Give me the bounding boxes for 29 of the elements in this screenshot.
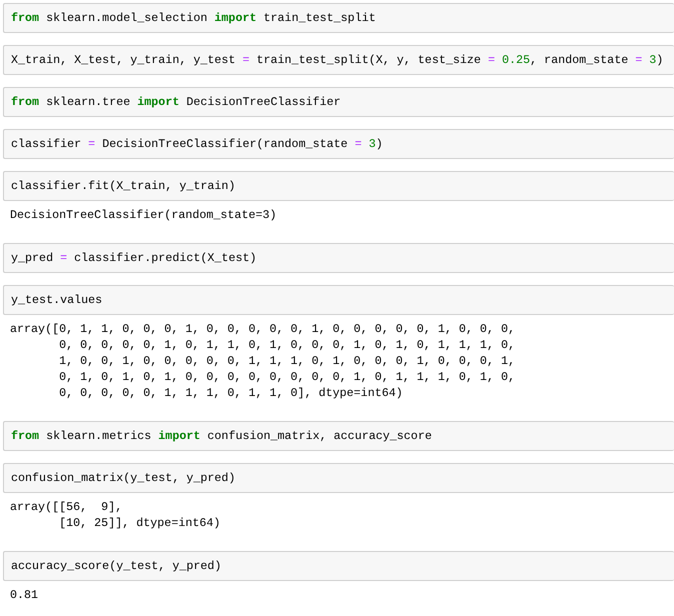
code-line: from sklearn.tree import DecisionTreeClassifier xyxy=(11,94,341,110)
code-line: y_pred = classifier.predict(X_test) xyxy=(11,250,256,266)
output-line: 1, 0, 0, 1, 0, 0, 0, 0, 0, 1, 1, 1, 0, 1, 0, 0, 0, 1, 0, 0, 0, 1, xyxy=(58,353,515,369)
code-line: y_test.values xyxy=(11,292,102,308)
output-line: [10, 25]], dtype=int64) xyxy=(58,515,220,531)
code-cell[interactable]: y_test.values xyxy=(3,285,674,315)
code-cell[interactable]: from sklearn.tree import DecisionTreeClassifier xyxy=(3,87,674,117)
output-line: 0, 0, 0, 0, 0, 1, 1, 1, 0, 1, 1, 0], dtype=int64) xyxy=(58,385,403,401)
output-line: array([[56, 9], xyxy=(10,499,122,515)
output-line: 0.81 xyxy=(10,587,38,603)
code-line: from sklearn.metrics import confusion_matrix, accuracy_score xyxy=(11,428,432,444)
code-cell[interactable]: confusion_matrix(y_test, y_pred) xyxy=(3,463,674,493)
output-line: 0, 1, 0, 1, 0, 1, 0, 0, 0, 0, 0, 0, 0, 0, 1, 0, 1, 1, 1, 0, 1, 0, xyxy=(58,369,515,385)
code-line: classifier.fit(X_train, y_train) xyxy=(11,178,236,194)
code-cell[interactable]: accuracy_score(y_test, y_pred) xyxy=(3,551,674,581)
output-line: array([0, 1, 1, 0, 0, 0, 1, 0, 0, 0, 0, 0, 1, 0, 0, 0, 0, 0, 1, 0, 0, 0, xyxy=(10,321,515,337)
code-cell[interactable]: classifier = DecisionTreeClassifier(random_state = 3) xyxy=(3,129,674,159)
code-line: from sklearn.model_selection import train_test_split xyxy=(11,10,376,26)
code-line: accuracy_score(y_test, y_pred) xyxy=(11,558,222,574)
code-line: classifier = DecisionTreeClassifier(random_state = 3) xyxy=(11,136,383,152)
code-cell[interactable]: X_train, X_test, y_train, y_test = train_test_split(X, y, test_size = 0.25, random_state = 3) xyxy=(3,45,674,75)
code-cell[interactable]: y_pred = classifier.predict(X_test) xyxy=(3,243,674,273)
code-cell[interactable]: from sklearn.model_selection import train_test_split xyxy=(3,3,674,33)
code-line: X_train, X_test, y_train, y_test = train_test_split(X, y, test_size = 0.25, random_state = 3) xyxy=(11,52,664,68)
code-line: confusion_matrix(y_test, y_pred) xyxy=(11,470,236,486)
output-line: 0, 0, 0, 0, 0, 1, 0, 1, 1, 0, 1, 0, 0, 0, 1, 0, 1, 0, 1, 1, 1, 0, xyxy=(58,337,515,353)
code-cell[interactable]: classifier.fit(X_train, y_train) xyxy=(3,171,674,201)
code-cell[interactable]: from sklearn.metrics import confusion_matrix, accuracy_score xyxy=(3,421,674,451)
output-line: DecisionTreeClassifier(random_state=3) xyxy=(10,207,277,223)
